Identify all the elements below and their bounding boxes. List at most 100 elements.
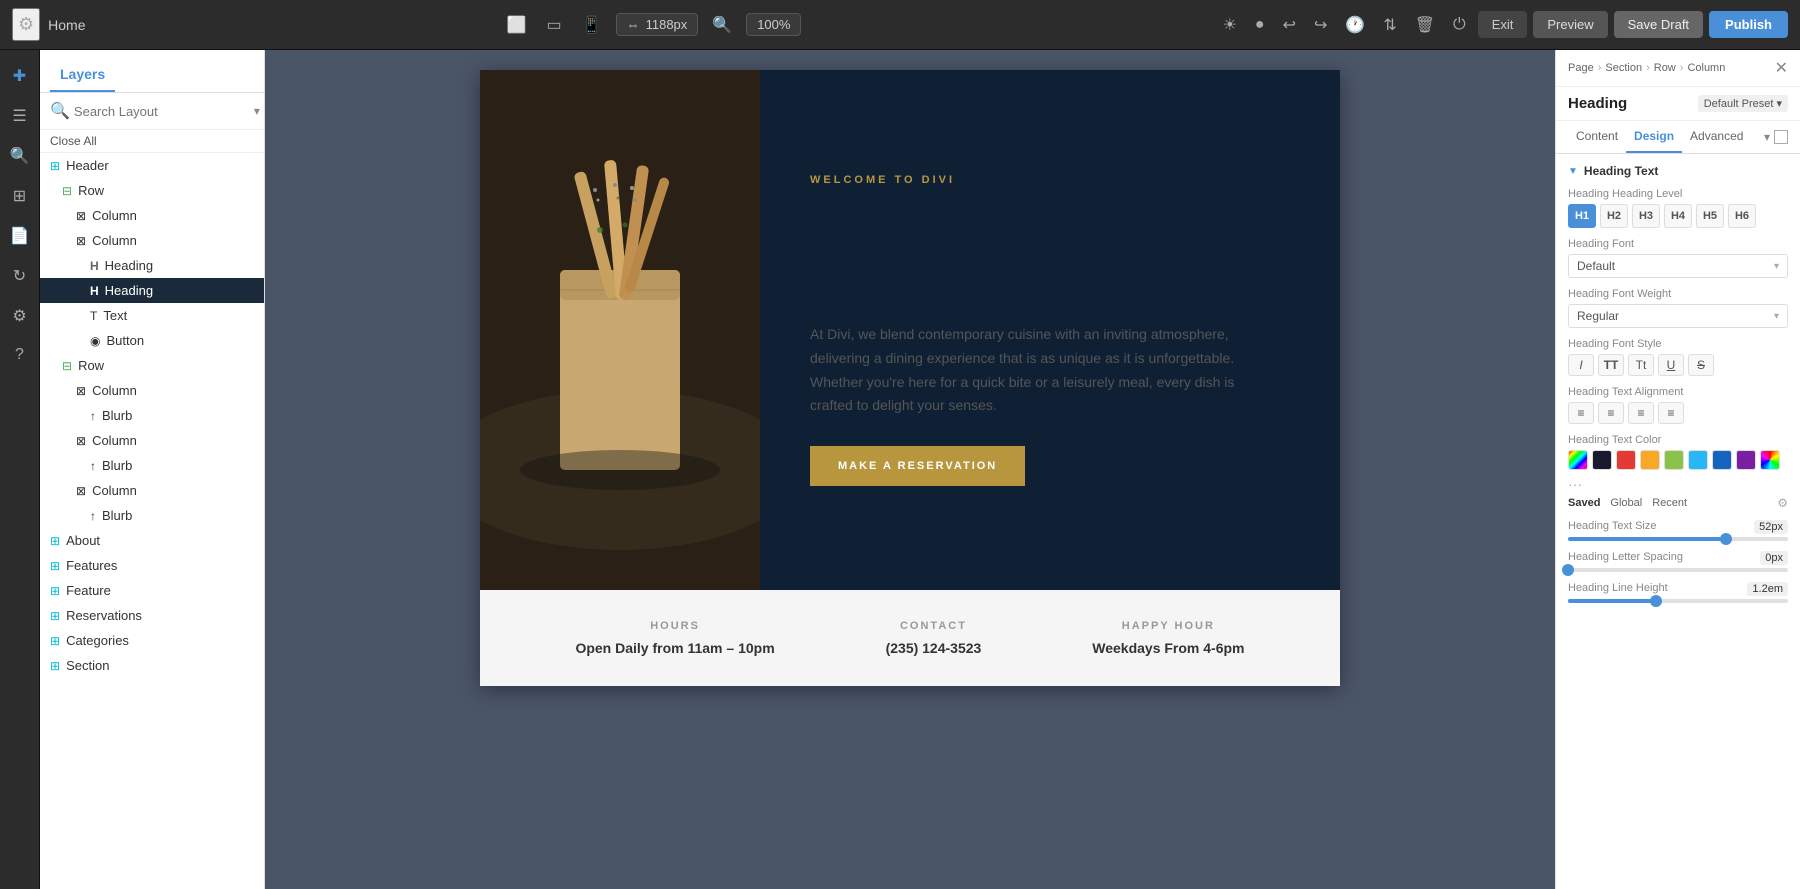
layer-heading-1[interactable]: H Heading — [40, 253, 264, 278]
layers-icon[interactable]: ☰ — [0, 98, 39, 134]
color-swatch-rainbow[interactable] — [1760, 450, 1780, 470]
layer-blurb-2[interactable]: ↑ Blurb — [40, 453, 264, 478]
italic-button[interactable]: I — [1568, 354, 1594, 376]
breadcrumb-column[interactable]: Column — [1687, 62, 1725, 74]
search-canvas-button[interactable]: 🔍 — [706, 11, 738, 39]
letter-spacing-slider-track[interactable] — [1568, 568, 1788, 572]
letter-spacing-value[interactable]: 0px — [1760, 551, 1788, 565]
desktop-view-button[interactable]: ⬜ — [501, 11, 533, 39]
breadcrumb-row[interactable]: Row — [1654, 62, 1676, 74]
layer-heading-2[interactable]: H Heading — [40, 278, 264, 303]
tab-advanced[interactable]: Advanced — [1682, 121, 1751, 153]
global-colors-tab[interactable]: Global — [1610, 497, 1642, 509]
layer-button[interactable]: ◉ Button — [40, 328, 264, 353]
hero-cta-button[interactable]: MAKE A RESERVATION — [810, 446, 1025, 486]
align-left-button[interactable]: ≡ — [1568, 402, 1594, 424]
h2-button[interactable]: H2 — [1600, 204, 1628, 228]
history-button[interactable]: 🕐 — [1339, 11, 1371, 39]
uppercase-button[interactable]: TT — [1598, 354, 1624, 376]
add-module-icon[interactable]: ✚ — [0, 58, 39, 94]
color-picker-button[interactable] — [1568, 450, 1588, 470]
letter-spacing-slider-thumb[interactable] — [1562, 564, 1574, 576]
color-swatch-red[interactable] — [1616, 450, 1636, 470]
layer-column-2[interactable]: ⊠ Column — [40, 228, 264, 253]
h5-button[interactable]: H5 — [1696, 204, 1724, 228]
color-swatch-purple[interactable] — [1736, 450, 1756, 470]
redo-button[interactable]: ↪ — [1308, 11, 1333, 39]
help-icon[interactable]: ? — [0, 338, 39, 372]
layer-features[interactable]: ⊞ Features — [40, 553, 264, 578]
underline-button[interactable]: U — [1658, 354, 1684, 376]
search-layout-input[interactable] — [74, 104, 250, 119]
line-height-value[interactable]: 1.2em — [1747, 582, 1788, 596]
preview-button[interactable]: Preview — [1533, 11, 1607, 38]
color-swatch-green[interactable] — [1664, 450, 1684, 470]
history-side-icon[interactable]: ↻ — [0, 258, 39, 294]
size-display[interactable]: ⇔ 1188px — [616, 13, 699, 36]
color-swatch-lightblue[interactable] — [1688, 450, 1708, 470]
h3-button[interactable]: H3 — [1632, 204, 1660, 228]
power-button[interactable]: ⏻ — [1447, 12, 1472, 38]
heading-font-select[interactable]: Default ▾ — [1568, 254, 1788, 278]
color-swatch-yellow[interactable] — [1640, 450, 1660, 470]
layer-row-2[interactable]: ⊟ Row — [40, 353, 264, 378]
tablet-view-button[interactable]: ▭ — [541, 11, 568, 39]
settings-side-icon[interactable]: ⚙ — [0, 298, 39, 334]
sun-icon-button[interactable]: ☀ — [1217, 11, 1243, 39]
layer-section[interactable]: ⊞ Section — [40, 653, 264, 678]
layer-about[interactable]: ⊞ About — [40, 528, 264, 553]
filter-icon[interactable]: ▾ — [254, 104, 260, 118]
close-panel-button[interactable]: ✕ — [1775, 58, 1788, 78]
layers-tab[interactable]: Layers — [50, 60, 115, 92]
recent-colors-tab[interactable]: Recent — [1652, 497, 1687, 509]
color-swatch-blue[interactable] — [1712, 450, 1732, 470]
layer-feature[interactable]: ⊞ Feature — [40, 578, 264, 603]
color-settings-icon[interactable]: ⚙ — [1777, 496, 1788, 510]
color-swatch-black[interactable] — [1592, 450, 1612, 470]
layer-column-4[interactable]: ⊠ Column — [40, 428, 264, 453]
tab-content[interactable]: Content — [1568, 121, 1626, 153]
trash-button[interactable]: 🗑 — [1409, 11, 1441, 39]
layer-column-5[interactable]: ⊠ Column — [40, 478, 264, 503]
align-center-button[interactable]: ≡ — [1598, 402, 1624, 424]
layer-row-1[interactable]: ⊟ Row — [40, 178, 264, 203]
exit-button[interactable]: Exit — [1478, 11, 1528, 38]
line-height-slider-thumb[interactable] — [1650, 595, 1662, 607]
breadcrumb-section[interactable]: Section — [1605, 62, 1642, 74]
gear-button[interactable]: ⚙ — [12, 8, 40, 41]
mobile-view-button[interactable]: 📱 — [576, 11, 608, 39]
save-draft-button[interactable]: Save Draft — [1614, 11, 1703, 38]
text-size-value[interactable]: 52px — [1754, 520, 1788, 534]
capitalize-button[interactable]: Tt — [1628, 354, 1654, 376]
layer-header[interactable]: ⊞ Header — [40, 153, 264, 178]
panel-preset-dropdown[interactable]: Default Preset ▾ — [1698, 95, 1788, 112]
panel-tab-more[interactable]: ▾ — [1764, 130, 1770, 144]
text-size-slider-track[interactable] — [1568, 537, 1788, 541]
search-icon[interactable]: 🔍 — [0, 138, 39, 174]
tab-design[interactable]: Design — [1626, 121, 1682, 153]
breadcrumb-page[interactable]: Page — [1568, 62, 1594, 74]
layer-reservations[interactable]: ⊞ Reservations — [40, 603, 264, 628]
align-right-button[interactable]: ≡ — [1628, 402, 1654, 424]
templates-icon[interactable]: 📄 — [0, 218, 39, 254]
layer-categories[interactable]: ⊞ Categories — [40, 628, 264, 653]
close-all-button[interactable]: Close All — [40, 130, 264, 153]
h1-button[interactable]: H1 — [1568, 204, 1596, 228]
zoom-display[interactable]: 100% — [746, 13, 801, 36]
layout-icon[interactable]: ⊞ — [0, 178, 39, 214]
h6-button[interactable]: H6 — [1728, 204, 1756, 228]
h4-button[interactable]: H4 — [1664, 204, 1692, 228]
heading-font-weight-select[interactable]: Regular ▾ — [1568, 304, 1788, 328]
layer-blurb-1[interactable]: ↑ Blurb — [40, 403, 264, 428]
theme-toggle-button[interactable]: ● — [1249, 12, 1271, 38]
line-height-slider-track[interactable] — [1568, 599, 1788, 603]
publish-button[interactable]: Publish — [1709, 11, 1788, 38]
layer-column-1[interactable]: ⊠ Column — [40, 203, 264, 228]
layer-column-3[interactable]: ⊠ Column — [40, 378, 264, 403]
align-justify-button[interactable]: ≡ — [1658, 402, 1684, 424]
section-toggle-icon[interactable]: ▼ — [1568, 166, 1578, 177]
layer-text[interactable]: T Text — [40, 303, 264, 328]
text-size-slider-thumb[interactable] — [1720, 533, 1732, 545]
strikethrough-button[interactable]: S — [1688, 354, 1714, 376]
saved-colors-tab[interactable]: Saved — [1568, 497, 1600, 509]
